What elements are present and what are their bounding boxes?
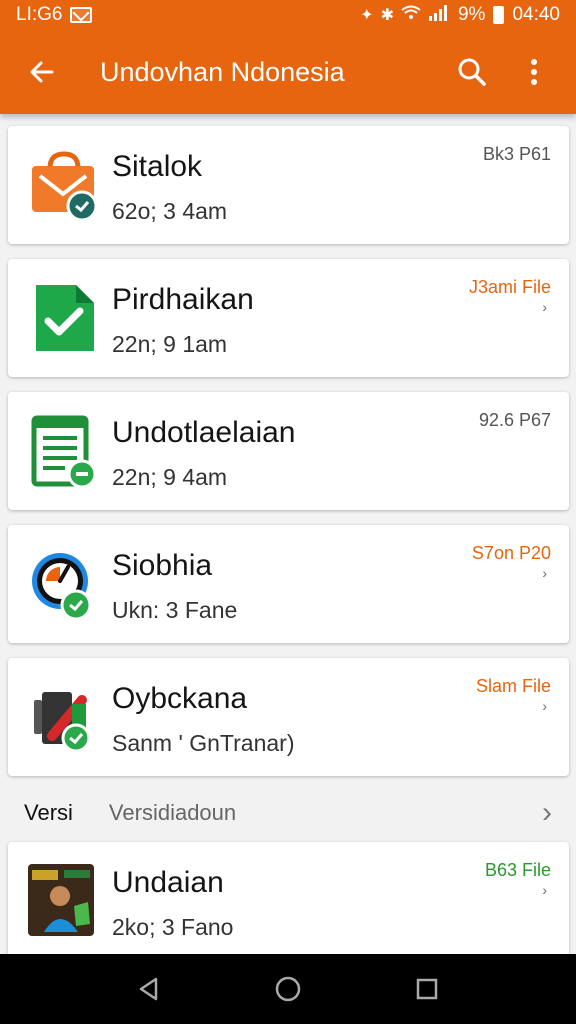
system-nav-bar <box>0 954 576 1024</box>
list-item[interactable]: Undotlaelaian 22n; 9 4am 92.6 P67 <box>8 392 569 510</box>
photo-thumbnail-icon <box>26 862 104 940</box>
search-button[interactable] <box>450 50 494 94</box>
vibrate-icon: ✦ <box>360 7 374 24</box>
nav-home-icon <box>275 976 301 1002</box>
item-meta: 92.6 P67 <box>478 410 551 430</box>
more-options-button[interactable] <box>512 50 556 94</box>
search-icon <box>458 58 486 86</box>
item-name: Sitalok <box>112 150 203 183</box>
shopping-bag-icon <box>26 146 104 224</box>
version-row[interactable]: Versi Versidiadoun › <box>0 788 576 838</box>
arrow-left-icon <box>30 61 54 83</box>
battery-icon <box>493 6 505 24</box>
chevron-right-icon: › <box>542 698 547 714</box>
section-value: Versidiadoun <box>108 800 237 825</box>
wifi-icon <box>401 5 421 26</box>
document-check-icon <box>26 279 104 357</box>
list-item[interactable]: Pirdhaikan 22n; 9 1am J3ami File › <box>8 259 569 377</box>
item-meta: J3ami File <box>468 277 551 297</box>
item-name: Oybckana <box>112 682 248 715</box>
item-name: Siobhia <box>112 549 213 582</box>
item-meta: B63 File <box>484 860 551 880</box>
chevron-right-icon: › <box>542 299 547 315</box>
item-meta: Bk3 P61 <box>482 144 551 164</box>
toolbar: Undovhan Ndonesia <box>0 30 576 114</box>
item-name: Pirdhaikan <box>112 283 254 316</box>
item-subtitle: Sanm ' GnTranar) <box>112 730 295 756</box>
list-item[interactable]: Sitalok 62o; 3 4am Bk3 P61 <box>8 126 569 244</box>
item-meta: Slam File <box>475 676 551 696</box>
item-subtitle: 22n; 9 4am <box>112 464 228 490</box>
item-name: Undaian <box>112 866 224 899</box>
item-subtitle: 22n; 9 1am <box>112 331 228 357</box>
battery-percent: 9% <box>457 4 486 25</box>
list-item[interactable]: Oybckana Sanm ' GnTranar) Slam File › <box>8 658 569 776</box>
back-button[interactable] <box>24 54 60 90</box>
mail-icon <box>70 7 93 23</box>
clock-chart-icon <box>26 545 104 623</box>
list-item[interactable]: Siobhia Ukn: 3 Fane S7on P20 › <box>8 525 569 643</box>
chevron-right-icon: › <box>542 565 547 581</box>
chevron-right-icon: › <box>542 882 547 898</box>
item-subtitle: 62o; 3 4am <box>112 198 228 224</box>
page-title: Undovhan Ndonesia <box>100 56 345 87</box>
nav-recents-icon <box>416 978 437 1000</box>
tools-icon <box>26 678 104 756</box>
status-clock: 04:40 <box>512 4 560 25</box>
signal-icon <box>428 4 450 26</box>
item-name: Undotlaelaian <box>112 416 296 449</box>
chevron-right-icon: › <box>542 796 552 829</box>
notepad-icon <box>26 412 104 490</box>
status-time-left: LI:G6 <box>16 4 63 25</box>
item-subtitle: 2ko; 3 Fano <box>112 914 234 940</box>
list-item[interactable]: Undaian 2ko; 3 Fano B63 File › <box>8 842 569 960</box>
status-bar: LI:G6 ✦ ✱ 9% 04:40 <box>0 0 576 30</box>
nav-back-icon <box>140 977 158 1001</box>
section-label: Versi <box>24 800 73 825</box>
item-meta: S7on P20 <box>471 543 551 563</box>
app-bar: LI:G6 ✦ ✱ 9% 04:40 Undovhan Ndonesia <box>0 0 576 114</box>
item-subtitle: Ukn: 3 Fane <box>112 597 238 623</box>
more-vert-icon <box>531 59 537 85</box>
nav-recents-button[interactable] <box>407 969 447 1009</box>
bluetooth-icon: ✱ <box>380 7 394 24</box>
nav-back-button[interactable] <box>129 969 169 1009</box>
nav-home-button[interactable] <box>268 969 308 1009</box>
